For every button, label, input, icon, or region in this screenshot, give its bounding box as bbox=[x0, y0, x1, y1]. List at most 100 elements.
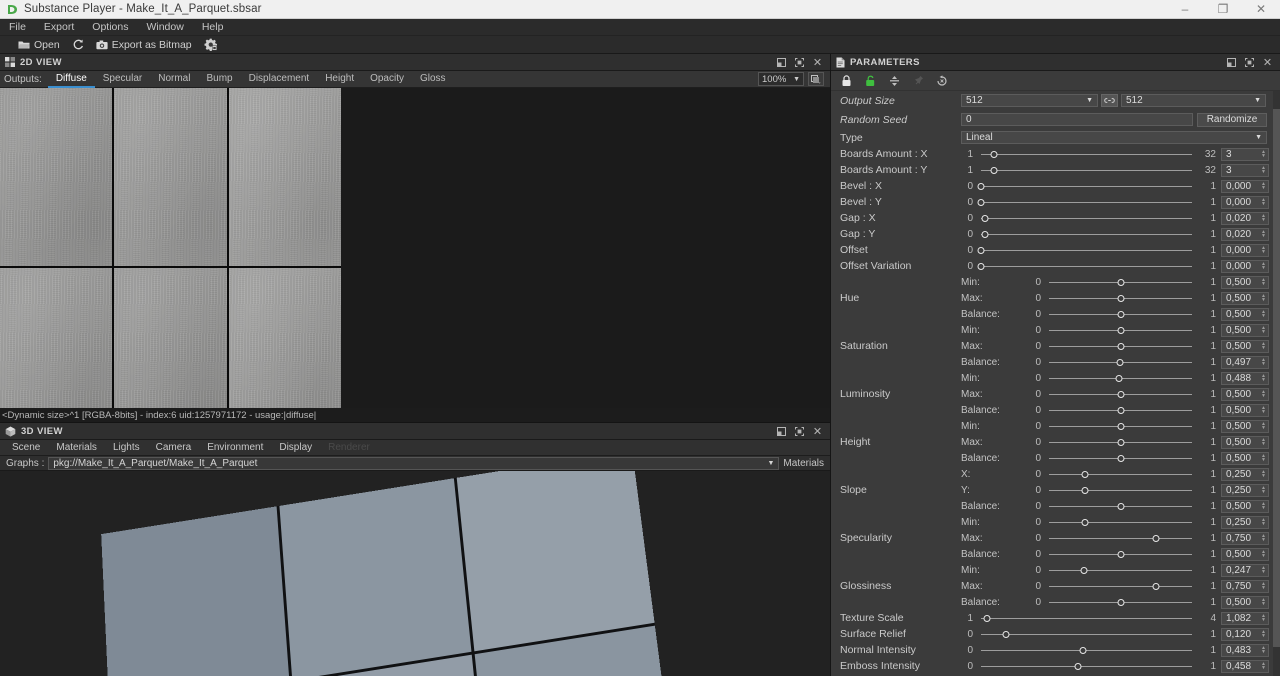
slider-knob[interactable] bbox=[1117, 550, 1124, 558]
value-spinner[interactable]: 0,497 ▲ ▼ bbox=[1221, 355, 1269, 369]
output-size-width-select[interactable]: 512 ▼ bbox=[961, 94, 1098, 107]
tab-height[interactable]: Height bbox=[317, 71, 362, 88]
slider-control[interactable] bbox=[1049, 386, 1192, 402]
menu3d-camera[interactable]: Camera bbox=[148, 440, 200, 456]
spinner-arrows-icon[interactable]: ▲ ▼ bbox=[1261, 646, 1266, 655]
menu-help[interactable]: Help bbox=[193, 19, 233, 36]
menu3d-environment[interactable]: Environment bbox=[199, 440, 271, 456]
slider-knob[interactable] bbox=[1081, 518, 1089, 526]
slider-knob[interactable] bbox=[1117, 390, 1124, 398]
spinner-arrows-icon[interactable]: ▲ ▼ bbox=[1261, 582, 1266, 591]
slider-knob[interactable] bbox=[1117, 598, 1124, 606]
slider-control[interactable] bbox=[981, 642, 1192, 658]
close-button[interactable]: ✕ bbox=[1242, 0, 1280, 19]
value-spinner[interactable]: 0,750 ▲ ▼ bbox=[1221, 579, 1269, 593]
tab-gloss[interactable]: Gloss bbox=[412, 71, 454, 88]
slider-control[interactable] bbox=[981, 658, 1192, 674]
menu-window[interactable]: Window bbox=[137, 19, 192, 36]
2d-close-button[interactable]: ✕ bbox=[812, 57, 823, 69]
slider-control[interactable] bbox=[981, 610, 1192, 626]
slider-knob[interactable] bbox=[981, 214, 989, 222]
tab-diffuse[interactable]: Diffuse bbox=[47, 71, 95, 88]
spinner-arrows-icon[interactable]: ▲ ▼ bbox=[1261, 598, 1266, 607]
slider-control[interactable] bbox=[1049, 466, 1192, 482]
slider-knob[interactable] bbox=[981, 230, 989, 238]
slider-knob[interactable] bbox=[1117, 406, 1124, 414]
menu-options[interactable]: Options bbox=[83, 19, 137, 36]
link-icon[interactable] bbox=[1101, 94, 1118, 107]
slider-knob[interactable] bbox=[1002, 630, 1010, 638]
spinner-arrows-icon[interactable]: ▲ ▼ bbox=[1261, 390, 1266, 399]
slider-control[interactable] bbox=[1049, 578, 1192, 594]
value-spinner[interactable]: 0,250 ▲ ▼ bbox=[1221, 483, 1269, 497]
spinner-arrows-icon[interactable]: ▲ ▼ bbox=[1261, 182, 1266, 191]
type-select[interactable]: Lineal ▼ bbox=[961, 131, 1267, 144]
spinner-arrows-icon[interactable]: ▲ ▼ bbox=[1261, 486, 1266, 495]
slider-knob[interactable] bbox=[1115, 374, 1123, 382]
slider-knob[interactable] bbox=[1081, 486, 1089, 494]
slider-knob[interactable] bbox=[1117, 438, 1124, 446]
spinner-arrows-icon[interactable]: ▲ ▼ bbox=[1261, 630, 1266, 639]
reset-icon[interactable] bbox=[935, 74, 949, 88]
slider-control[interactable] bbox=[1049, 434, 1192, 450]
spinner-arrows-icon[interactable]: ▲ ▼ bbox=[1261, 278, 1266, 287]
slider-knob[interactable] bbox=[1081, 470, 1089, 478]
value-spinner[interactable]: 0,250 ▲ ▼ bbox=[1221, 515, 1269, 529]
spinner-arrows-icon[interactable]: ▲ ▼ bbox=[1261, 422, 1266, 431]
pin-icon[interactable] bbox=[911, 74, 925, 88]
slider-control[interactable] bbox=[1049, 530, 1192, 546]
value-spinner[interactable]: 0,500 ▲ ▼ bbox=[1221, 275, 1269, 289]
2d-float-button[interactable] bbox=[776, 57, 787, 68]
spinner-arrows-icon[interactable]: ▲ ▼ bbox=[1261, 310, 1266, 319]
spinner-arrows-icon[interactable]: ▲ ▼ bbox=[1261, 198, 1266, 207]
value-spinner[interactable]: 0,120 ▲ ▼ bbox=[1221, 627, 1269, 641]
spinner-arrows-icon[interactable]: ▲ ▼ bbox=[1261, 374, 1266, 383]
tab-displacement[interactable]: Displacement bbox=[241, 71, 318, 88]
slider-control[interactable] bbox=[981, 626, 1192, 642]
output-size-height-select[interactable]: 512 ▼ bbox=[1121, 94, 1266, 107]
randomize-button[interactable]: Randomize bbox=[1197, 112, 1267, 127]
lock-open-green-icon[interactable] bbox=[863, 74, 877, 88]
value-spinner[interactable]: 0,458 ▲ ▼ bbox=[1221, 659, 1269, 673]
slider-control[interactable] bbox=[1049, 306, 1192, 322]
tab-specular[interactable]: Specular bbox=[95, 71, 150, 88]
value-spinner[interactable]: 0,483 ▲ ▼ bbox=[1221, 643, 1269, 657]
slider-knob[interactable] bbox=[977, 262, 985, 270]
slider-knob[interactable] bbox=[990, 166, 998, 174]
slider-knob[interactable] bbox=[1117, 454, 1124, 462]
menu-export[interactable]: Export bbox=[35, 19, 83, 36]
random-seed-input[interactable]: 0 bbox=[961, 113, 1193, 126]
spinner-arrows-icon[interactable]: ▲ ▼ bbox=[1261, 470, 1266, 479]
slider-control[interactable] bbox=[977, 242, 1192, 258]
slider-control[interactable] bbox=[1049, 562, 1192, 578]
scrollbar-thumb[interactable] bbox=[1273, 108, 1280, 647]
value-spinner[interactable]: 0,500 ▲ ▼ bbox=[1221, 291, 1269, 305]
3d-float-button[interactable] bbox=[776, 426, 787, 437]
slider-control[interactable] bbox=[1049, 274, 1192, 290]
slider-knob[interactable] bbox=[1152, 582, 1160, 590]
slider-control[interactable] bbox=[1049, 482, 1192, 498]
value-spinner[interactable]: 0,500 ▲ ▼ bbox=[1221, 547, 1269, 561]
slider-knob[interactable] bbox=[1117, 342, 1124, 350]
zoom-level-combo[interactable]: 100% ▼ bbox=[758, 72, 804, 86]
value-spinner[interactable]: 0,000 ▲ ▼ bbox=[1221, 195, 1269, 209]
slider-knob[interactable] bbox=[1080, 566, 1088, 574]
slider-control[interactable] bbox=[1049, 498, 1192, 514]
slider-control[interactable] bbox=[1049, 418, 1192, 434]
spinner-arrows-icon[interactable]: ▲ ▼ bbox=[1261, 150, 1266, 159]
menu3d-scene[interactable]: Scene bbox=[4, 440, 48, 456]
slider-knob[interactable] bbox=[990, 150, 998, 158]
value-spinner[interactable]: 0,500 ▲ ▼ bbox=[1221, 595, 1269, 609]
maximize-button[interactable]: ❐ bbox=[1204, 0, 1242, 19]
value-spinner[interactable]: 0,000 ▲ ▼ bbox=[1221, 259, 1269, 273]
spinner-arrows-icon[interactable]: ▲ ▼ bbox=[1261, 534, 1266, 543]
slider-control[interactable] bbox=[1049, 594, 1192, 610]
value-spinner[interactable]: 3 ▲ ▼ bbox=[1221, 163, 1269, 177]
open-button[interactable]: Open bbox=[12, 36, 66, 54]
spinner-arrows-icon[interactable]: ▲ ▼ bbox=[1261, 262, 1266, 271]
spinner-arrows-icon[interactable]: ▲ ▼ bbox=[1261, 230, 1266, 239]
value-spinner[interactable]: 0,500 ▲ ▼ bbox=[1221, 339, 1269, 353]
slider-control[interactable] bbox=[981, 146, 1192, 162]
slider-control[interactable] bbox=[981, 226, 1192, 242]
spinner-arrows-icon[interactable]: ▲ ▼ bbox=[1261, 566, 1266, 575]
